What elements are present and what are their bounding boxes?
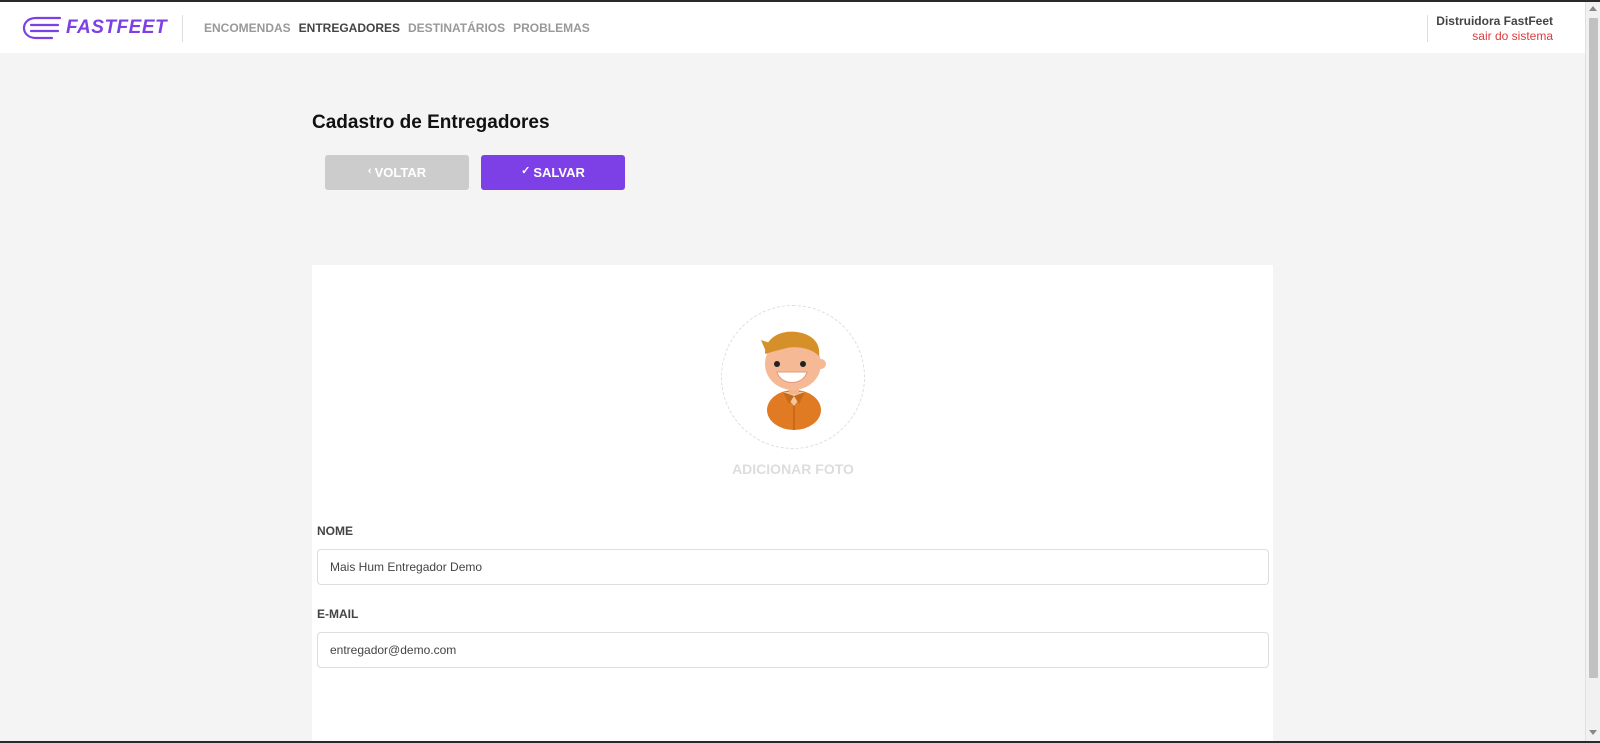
nav-encomendas[interactable]: ENCOMENDAS bbox=[204, 21, 291, 35]
name-label: NOME bbox=[317, 524, 353, 538]
back-button-label: VOLTAR bbox=[374, 165, 427, 180]
header-divider bbox=[182, 15, 183, 42]
scroll-up-icon[interactable] bbox=[1589, 6, 1597, 11]
email-input[interactable] bbox=[317, 632, 1269, 668]
page-title: Cadastro de Entregadores bbox=[312, 112, 550, 133]
main-nav: ENCOMENDAS ENTREGADORES DESTINATÁRIOS PR… bbox=[204, 21, 590, 35]
nav-entregadores[interactable]: ENTREGADORES bbox=[299, 21, 400, 35]
user-name: Distruidora FastFeet bbox=[1436, 14, 1553, 28]
brand-name: FASTFEET bbox=[66, 17, 168, 38]
email-label: E-MAIL bbox=[317, 607, 359, 621]
nav-problemas[interactable]: PROBLEMAS bbox=[513, 21, 590, 35]
avatar-upload[interactable] bbox=[721, 305, 865, 449]
avatar-illustration bbox=[761, 331, 826, 430]
courier-form-card: ADICIONAR FOTO NOME E-MAIL bbox=[312, 265, 1273, 743]
name-input[interactable] bbox=[317, 549, 1269, 585]
nav-destinatarios[interactable]: DESTINATÁRIOS bbox=[408, 21, 505, 35]
scroll-thumb[interactable] bbox=[1589, 18, 1598, 678]
chevron-left-icon: ‹ bbox=[367, 164, 372, 177]
brand-logo[interactable]: FASTFEET bbox=[22, 14, 167, 42]
back-button[interactable]: ‹ VOLTAR bbox=[325, 155, 469, 190]
save-button[interactable]: ✓ SALVAR bbox=[481, 155, 625, 190]
page-scrollbar[interactable] bbox=[1585, 2, 1600, 741]
save-button-label: SALVAR bbox=[533, 165, 585, 180]
scroll-down-icon[interactable] bbox=[1589, 730, 1597, 735]
add-photo-label[interactable]: ADICIONAR FOTO bbox=[692, 461, 894, 477]
fastfeet-logo-icon bbox=[22, 16, 62, 40]
user-divider bbox=[1427, 15, 1428, 42]
user-info: Distruidora FastFeet sair do sistema bbox=[1436, 14, 1553, 43]
top-navbar: FASTFEET ENCOMENDAS ENTREGADORES DESTINA… bbox=[0, 2, 1585, 53]
logout-link[interactable]: sair do sistema bbox=[1436, 29, 1553, 43]
check-icon: ✓ bbox=[521, 165, 531, 177]
